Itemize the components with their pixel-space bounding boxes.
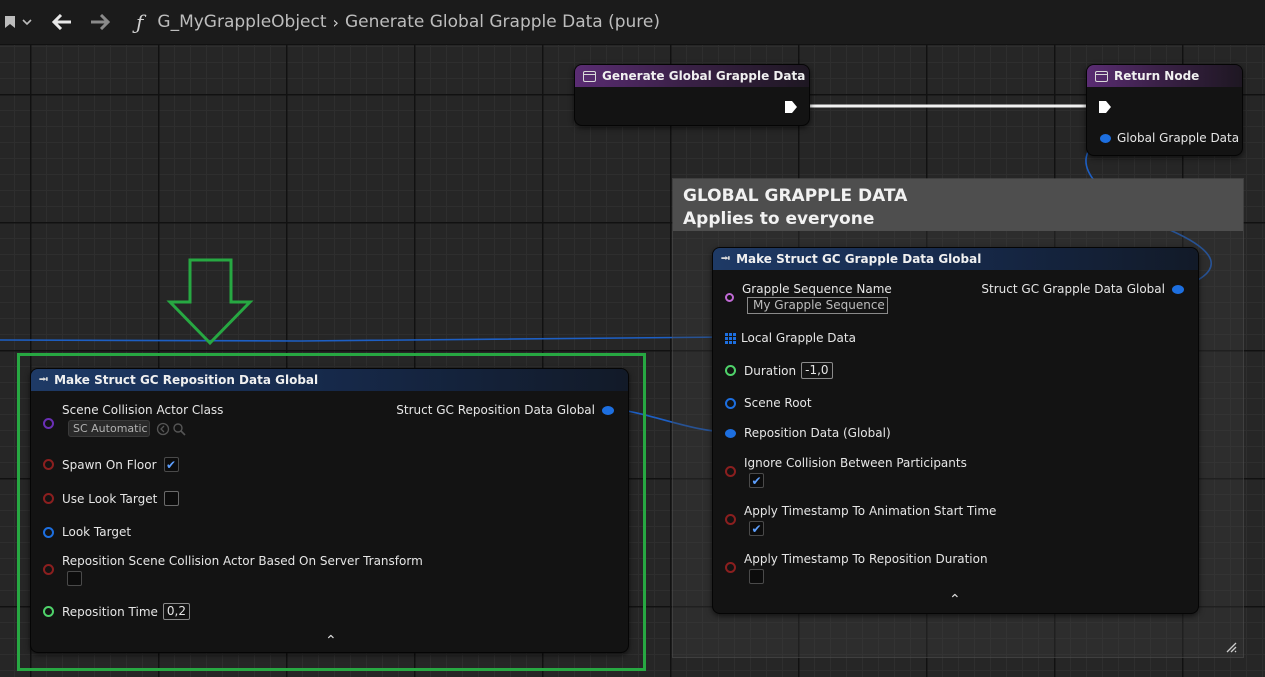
pin-ignore[interactable]: Ignore Collision Between Participants ✔ (725, 456, 967, 488)
pin-duration[interactable]: Duration -1,0 (725, 362, 833, 379)
resize-handle-icon[interactable] (1225, 641, 1237, 653)
exec-out-pin-icon[interactable] (784, 100, 798, 114)
bool-pin-icon[interactable] (725, 562, 736, 573)
make-global-header[interactable]: ⭲ Make Struct GC Grapple Data Global (713, 248, 1198, 270)
pin-scene-class-label: Scene Collision Actor Class (62, 403, 224, 417)
return-node-header[interactable]: Return Node (1087, 65, 1242, 87)
function-node-icon (583, 70, 596, 82)
duration-input[interactable]: -1,0 (801, 362, 833, 379)
array-pin-icon[interactable] (725, 332, 736, 344)
bool-pin-icon[interactable] (43, 564, 54, 575)
apply-repos-checkbox[interactable] (749, 569, 764, 584)
pin-server[interactable]: Reposition Scene Collision Actor Based O… (43, 554, 423, 586)
spawn-on-floor-checkbox[interactable]: ✔ (163, 457, 179, 472)
pin-local[interactable]: Local Grapple Data (725, 331, 856, 345)
forward-arrow-icon[interactable] (90, 14, 110, 30)
comment-title-line1: GLOBAL GRAPPLE DATA (683, 186, 908, 206)
pin-duration-label: Duration (744, 363, 797, 378)
pin-look-label: Look Target (62, 525, 132, 539)
function-node-icon (1095, 70, 1108, 82)
output-reposition-label: Struct GC Reposition Data Global (396, 403, 595, 417)
scene-class-value: SC Automatic (73, 422, 148, 435)
output-global[interactable]: Struct GC Grapple Data Global (981, 282, 1184, 296)
pin-apply-repos[interactable]: Apply Timestamp To Reposition Duration (725, 552, 988, 584)
struct-pin-icon[interactable] (725, 428, 736, 438)
return-node[interactable]: Return Node Global Grapple Data (1086, 64, 1243, 156)
pin-scene-root[interactable]: Scene Root (725, 396, 812, 410)
pin-server-label: Reposition Scene Collision Actor Based O… (62, 554, 423, 568)
pin-ignore-label: Ignore Collision Between Participants (744, 456, 967, 470)
bool-pin-icon[interactable] (43, 459, 54, 470)
reposition-time-input[interactable]: 0,2 (162, 603, 190, 620)
pin-use-look-label: Use Look Target (62, 491, 158, 506)
pin-time-label: Reposition Time (62, 604, 158, 619)
struct-out-pin-icon[interactable] (1172, 284, 1184, 294)
return-pin-global[interactable]: Global Grapple Data (1100, 131, 1239, 145)
browse-search-icon[interactable] (172, 422, 186, 436)
make-struct-reposition-node[interactable]: ⭲ Make Struct GC Reposition Data Global … (30, 368, 629, 653)
make-global-title: Make Struct GC Grapple Data Global (736, 252, 982, 266)
object-pin-icon[interactable] (725, 397, 736, 409)
pin-reposition[interactable]: Reposition Data (Global) (725, 426, 891, 440)
breadcrumb-separator-icon: › (332, 12, 339, 32)
collapse-chevron-icon[interactable]: ⌃ (949, 592, 961, 608)
pin-apply-anim-label: Apply Timestamp To Animation Start Time (744, 504, 997, 518)
pin-spawn[interactable]: Spawn On Floor ✔ (43, 457, 179, 472)
object-pin-icon[interactable] (43, 526, 54, 538)
breadcrumb-function[interactable]: Generate Global Grapple Data (pure) (345, 12, 660, 32)
sequence-name-input[interactable]: My Grapple Sequence (747, 297, 888, 314)
collapse-chevron-icon[interactable]: ⌃ (325, 633, 337, 649)
pin-local-label: Local Grapple Data (741, 331, 856, 345)
return-pin-global-label: Global Grapple Data (1117, 131, 1240, 145)
pin-scene-root-label: Scene Root (744, 396, 812, 410)
struct-pin-icon[interactable] (1100, 133, 1111, 143)
return-node-title: Return Node (1114, 69, 1200, 83)
ignore-collision-checkbox[interactable]: ✔ (749, 473, 764, 488)
entry-node[interactable]: Generate Global Grapple Data (574, 64, 810, 126)
scene-class-dropdown[interactable]: SC Automatic (68, 420, 150, 437)
comment-header[interactable]: GLOBAL GRAPPLE DATA Applies to everyone (673, 179, 1243, 231)
make-struct-icon: ⭲ (39, 371, 49, 386)
pin-scene-class[interactable]: Scene Collision Actor Class SC Automatic (43, 403, 223, 437)
bool-pin-icon[interactable] (725, 514, 736, 525)
function-icon: ƒ (136, 10, 144, 34)
bool-pin-icon[interactable] (725, 466, 736, 477)
pin-spawn-label: Spawn On Floor (62, 457, 157, 472)
entry-node-title: Generate Global Grapple Data (602, 69, 806, 83)
pin-look[interactable]: Look Target (43, 525, 131, 539)
pin-reposition-label: Reposition Data (Global) (744, 426, 891, 440)
chevron-down-icon[interactable] (22, 18, 32, 26)
pin-seq-name[interactable]: Grapple Sequence Name My Grapple Sequenc… (725, 282, 892, 314)
make-struct-global-node[interactable]: ⭲ Make Struct GC Grapple Data Global Gra… (712, 247, 1199, 614)
use-look-target-checkbox[interactable] (164, 491, 180, 506)
output-reposition[interactable]: Struct GC Reposition Data Global (396, 403, 614, 417)
exec-in-pin-icon[interactable] (1098, 100, 1112, 114)
entry-node-header[interactable]: Generate Global Grapple Data (575, 65, 809, 87)
make-reposition-title: Make Struct GC Reposition Data Global (54, 373, 319, 387)
float-pin-icon[interactable] (43, 606, 54, 617)
bool-pin-icon[interactable] (43, 493, 54, 504)
apply-anim-checkbox[interactable]: ✔ (749, 521, 764, 536)
float-pin-icon[interactable] (725, 365, 736, 376)
back-arrow-icon[interactable] (52, 14, 72, 30)
pin-time[interactable]: Reposition Time 0,2 (43, 603, 190, 620)
use-selected-icon[interactable] (156, 422, 170, 436)
top-bar: ƒ G_MyGrappleObject › Generate Global Gr… (0, 0, 1265, 45)
server-transform-checkbox[interactable] (67, 571, 82, 586)
comment-title-line2: Applies to everyone (683, 209, 875, 229)
breadcrumb-object[interactable]: G_MyGrappleObject (157, 12, 326, 32)
pin-use-look[interactable]: Use Look Target (43, 491, 180, 506)
output-global-label: Struct GC Grapple Data Global (981, 282, 1165, 296)
pin-apply-repos-label: Apply Timestamp To Reposition Duration (744, 552, 988, 566)
pin-apply-anim[interactable]: Apply Timestamp To Animation Start Time … (725, 504, 996, 536)
pin-seq-name-label: Grapple Sequence Name (742, 282, 892, 296)
bookmark-icon[interactable] (4, 15, 16, 29)
class-pin-icon[interactable] (43, 418, 54, 429)
make-reposition-header[interactable]: ⭲ Make Struct GC Reposition Data Global (31, 369, 628, 391)
name-pin-icon[interactable] (725, 293, 734, 302)
make-struct-icon: ⭲ (721, 250, 731, 265)
struct-out-pin-icon[interactable] (602, 405, 614, 415)
